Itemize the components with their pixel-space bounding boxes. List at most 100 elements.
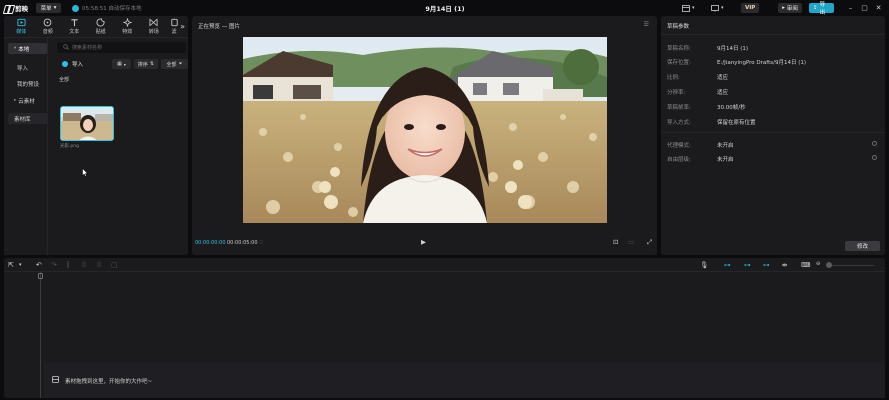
- sort-button[interactable]: 排序 ⇅: [134, 59, 158, 69]
- tab-sticker-label: 贴纸: [95, 29, 106, 35]
- undo-icon[interactable]: ↶: [36, 261, 42, 269]
- main-track-drop-zone[interactable]: [44, 363, 885, 398]
- prop-row-free-layer: 自由层级: 未开启: [667, 155, 881, 163]
- prop-row-save-location: 保存位置: E:/JianyingPro Drafts/9月14日 (1): [667, 58, 881, 66]
- screen-icon[interactable]: [711, 3, 719, 13]
- view-mode-button[interactable]: ▦ ▾: [112, 59, 131, 69]
- track-header-column: [4, 272, 41, 398]
- export-button[interactable]: ⇪ 导出: [809, 2, 834, 16]
- search-input[interactable]: 搜索素材名称: [57, 42, 186, 53]
- preview-title: 正在预览 — 图片: [198, 24, 240, 30]
- split-left-icon[interactable]: ⌷: [82, 261, 86, 270]
- pointer-chevron-icon[interactable]: ▾: [19, 262, 22, 268]
- redo-icon[interactable]: ↷: [51, 261, 57, 269]
- timecode-grid-icon[interactable]: ⁝⁝: [259, 238, 263, 246]
- grid-view-icon: ▦: [117, 61, 122, 67]
- tab-audio-label: 音频: [42, 29, 53, 35]
- tab-sticker[interactable]: 贴纸: [88, 16, 115, 38]
- sidebar-item-local[interactable]: ▾ 本地: [8, 43, 47, 54]
- audio-icon: [43, 18, 52, 27]
- sidebar-item-import[interactable]: 导入: [8, 62, 47, 73]
- transition-icon: [149, 18, 158, 27]
- zoom-slider-track[interactable]: [826, 265, 874, 266]
- close-icon[interactable]: ✕: [874, 4, 883, 13]
- prop-row-ratio: 比例: 适应: [667, 73, 881, 81]
- timeline-toolbar: ⇱ ▾ ↶ ↷ ⫿ ⌷ ⌷ ▢ 🎙 ⊶ ⊶ ⊶ ⇹ ⌨ ⊖: [4, 258, 885, 272]
- split-right-icon[interactable]: ⌷: [97, 261, 101, 270]
- vip-label: VIP: [741, 3, 760, 13]
- media-panel: 媒体 音频 文本 贴纸 特效 转场 滤 » ▾ 本地 导入 我的预设 ▸ 云素材…: [4, 16, 188, 255]
- prop-value: E:/JianyingPro Drafts/9月14日 (1): [717, 60, 807, 66]
- sidebar-item-library[interactable]: 素材库: [8, 113, 47, 124]
- properties-panel: 草稿参数 草稿名称: 9月14日 (1) 保存位置: E:/JianyingPr…: [661, 16, 885, 255]
- text-icon: [71, 19, 78, 27]
- layout-chevron-icon[interactable]: ▾: [692, 3, 695, 13]
- delete-icon[interactable]: ▢: [111, 261, 118, 269]
- auto-snap-icon[interactable]: ⊶: [744, 261, 751, 269]
- double-chevron-right-icon[interactable]: »: [180, 22, 185, 31]
- fit-screen-icon[interactable]: ⊡: [613, 238, 618, 246]
- preview-canvas[interactable]: [243, 37, 607, 223]
- tab-media[interactable]: 媒体: [8, 16, 35, 38]
- zoom-out-icon[interactable]: ⊖: [816, 261, 820, 267]
- help-icon[interactable]: [872, 155, 877, 160]
- thumbnail-filename: 光影.png: [60, 144, 79, 149]
- preview-axis-icon[interactable]: ⇹: [782, 261, 787, 269]
- prop-row-import-mode: 导入方式: 保留在原有位置: [667, 118, 881, 126]
- prop-value: 保留在原有位置: [717, 120, 756, 126]
- ratio-icon[interactable]: ▭: [628, 238, 634, 246]
- prop-value: 未开启: [717, 143, 734, 149]
- tab-text[interactable]: 文本: [61, 16, 88, 38]
- import-button[interactable]: 导入: [62, 60, 83, 68]
- linkage-icon[interactable]: ⊶: [763, 261, 770, 269]
- app-logo-text: 剪映: [15, 5, 28, 13]
- search-placeholder: 搜索素材名称: [72, 45, 103, 51]
- sticker-icon: [96, 18, 105, 27]
- sidebar-item-cloud[interactable]: ▸ 云素材: [8, 95, 47, 106]
- maximize-icon[interactable]: ▢: [860, 4, 869, 13]
- help-icon[interactable]: [872, 141, 877, 146]
- properties-title: 草稿参数: [667, 24, 690, 30]
- tab-transition-label: 转场: [148, 29, 159, 35]
- effects-icon: [122, 18, 132, 27]
- media-thumbnail[interactable]: [60, 106, 114, 141]
- playhead[interactable]: [40, 272, 41, 398]
- tab-filter[interactable]: 滤: [167, 16, 181, 38]
- screen-chevron-icon[interactable]: ▾: [721, 3, 724, 13]
- sidebar-item-label: 本地: [18, 46, 30, 53]
- prop-label: 草稿帧率:: [667, 105, 691, 111]
- hamburger-icon[interactable]: ☰: [644, 21, 649, 28]
- filter-all-label: 全部: [166, 61, 177, 68]
- review-label: 审阅: [786, 6, 798, 12]
- zoom-slider-handle[interactable]: [826, 262, 832, 268]
- upload-icon: ⇪: [813, 5, 818, 11]
- tab-effects[interactable]: 特效: [114, 16, 141, 38]
- tab-media-label: 媒体: [16, 29, 27, 35]
- vip-badge[interactable]: VIP: [741, 3, 760, 13]
- menu-button[interactable]: 菜单 ▾: [36, 3, 61, 13]
- review-button[interactable]: ▸ 审阅: [778, 3, 802, 13]
- tab-transition[interactable]: 转场: [141, 16, 168, 38]
- main-track-magnet-icon[interactable]: ⊶: [724, 261, 731, 269]
- modify-button[interactable]: 修改: [845, 241, 880, 251]
- prop-label: 代理模式:: [667, 143, 691, 149]
- filter-all-button[interactable]: 全部 ⏷: [161, 59, 188, 69]
- caption-icon[interactable]: ⌨: [801, 261, 810, 269]
- split-icon[interactable]: ⫿: [67, 261, 69, 270]
- document-title: 9月14日 (1): [425, 5, 465, 13]
- select-pointer-icon[interactable]: ⇱: [8, 261, 14, 269]
- play-icon[interactable]: ▶: [421, 238, 426, 246]
- microphone-icon[interactable]: 🎙: [700, 261, 708, 269]
- mouse-cursor-icon: [82, 167, 89, 177]
- section-label: 全部: [59, 77, 70, 83]
- playhead-handle[interactable]: [38, 273, 43, 279]
- fullscreen-icon[interactable]: ⤢: [647, 238, 652, 247]
- autosave-status: 05:58:51 自动保存本地: [72, 4, 141, 12]
- minimize-icon[interactable]: –: [846, 4, 855, 13]
- tab-audio[interactable]: 音频: [35, 16, 62, 38]
- media-clip-icon: [52, 376, 59, 385]
- layout-icon[interactable]: [682, 3, 690, 13]
- sidebar-item-presets[interactable]: 我的预设: [8, 78, 47, 89]
- export-pill: ⇪ 导出: [809, 2, 834, 16]
- import-label: 导入: [72, 62, 84, 68]
